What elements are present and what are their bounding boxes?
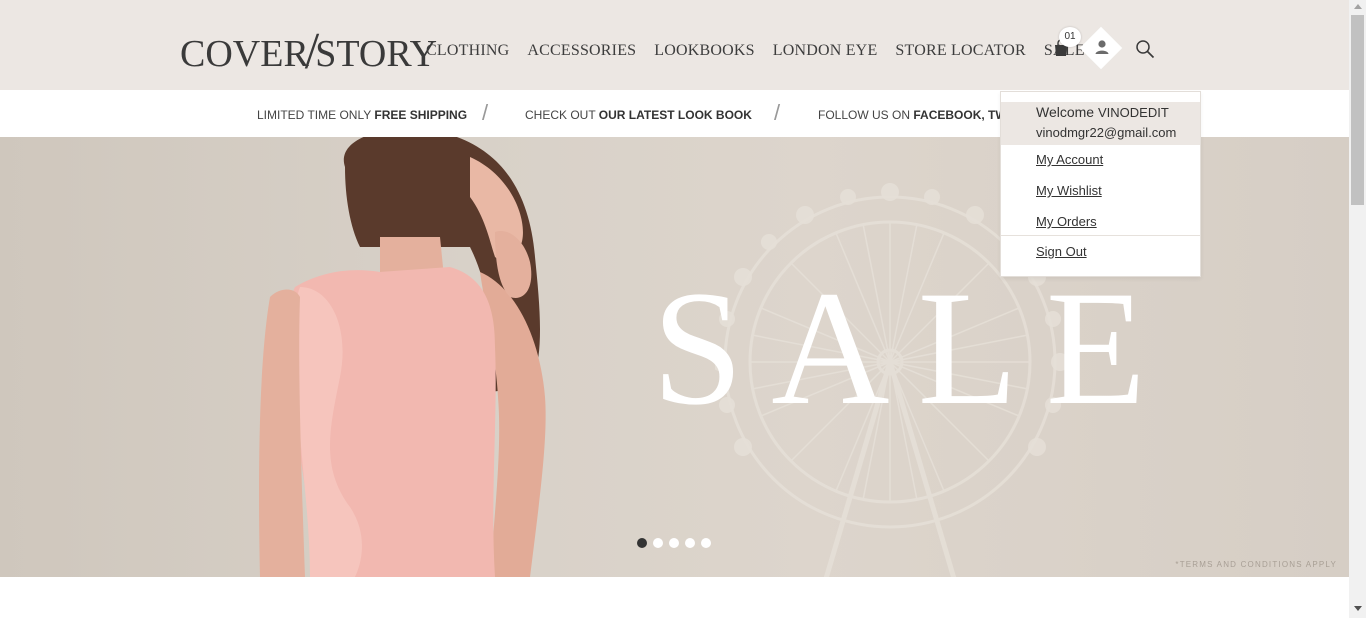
nav-clothing[interactable]: CLOTHING [426, 42, 509, 60]
search-icon[interactable] [1135, 39, 1155, 59]
promo-free-shipping[interactable]: LIMITED TIME ONLY FREE SHIPPING [257, 108, 467, 122]
promo-lookbook[interactable]: CHECK OUT OUR LATEST LOOK BOOK [525, 108, 752, 122]
slider-dot-4[interactable] [685, 538, 695, 548]
hero-headline: SALE [652, 258, 1174, 439]
slider-dot-1[interactable] [637, 538, 647, 548]
nav-london-eye[interactable]: LONDON EYE [773, 42, 878, 60]
user-email: vinodmgr22@gmail.com [1036, 125, 1177, 140]
brand-logo[interactable]: COVER/STORY [180, 26, 438, 78]
menu-my-account[interactable]: My Account [1036, 152, 1103, 167]
welcome-label: Welcome [1036, 104, 1095, 120]
nav-store-locator[interactable]: STORE LOCATOR [895, 42, 1025, 60]
promo-social[interactable]: FOLLOW US ON FACEBOOK, TWITT [818, 108, 1025, 122]
menu-divider [1001, 235, 1200, 236]
menu-my-wishlist[interactable]: My Wishlist [1036, 183, 1102, 198]
scrollbar-thumb[interactable] [1351, 15, 1364, 205]
promo-text: LIMITED TIME ONLY [257, 108, 372, 122]
slider-dot-5[interactable] [701, 538, 711, 548]
scroll-down-arrow-icon[interactable] [1354, 606, 1362, 611]
logo-text-right: STORY [315, 33, 438, 75]
logo-text-left: COVER [180, 33, 309, 75]
promo-text: CHECK OUT [525, 108, 596, 122]
nav-accessories[interactable]: ACCESSORIES [527, 42, 636, 60]
slider-dot-2[interactable] [653, 538, 663, 548]
main-nav: CLOTHING ACCESSORIES LOOKBOOKS LONDON EY… [426, 42, 1103, 60]
logo-slash: / [304, 23, 320, 80]
cart-count-badge: 01 [1059, 27, 1081, 47]
promo-highlight: OUR LATEST LOOK BOOK [598, 108, 752, 122]
model-image [259, 137, 546, 577]
scroll-up-arrow-icon[interactable] [1354, 4, 1362, 9]
user-dropdown-menu: Welcome VINODEDIT vinodmgr22@gmail.com M… [1000, 91, 1201, 277]
menu-my-orders[interactable]: My Orders [1036, 214, 1097, 229]
terms-note: *TERMS AND CONDITIONS APPLY [1175, 560, 1337, 569]
menu-sign-out[interactable]: Sign Out [1036, 244, 1087, 259]
promo-highlight: FREE SHIPPING [374, 108, 468, 122]
welcome-block: Welcome VINODEDIT vinodmgr22@gmail.com [1001, 102, 1200, 145]
welcome-line: Welcome VINODEDIT [1036, 104, 1169, 120]
username: VINODEDIT [1097, 105, 1169, 120]
promo-text: FOLLOW US ON [818, 108, 911, 122]
slider-dot-3[interactable] [669, 538, 679, 548]
promo-separator: / [774, 100, 781, 125]
site-header: COVER/STORY CLOTHING ACCESSORIES LOOKBOO… [0, 0, 1349, 90]
slider-dots [637, 538, 711, 548]
nav-lookbooks[interactable]: LOOKBOOKS [654, 42, 754, 60]
user-icon[interactable] [1093, 38, 1111, 56]
promo-separator: / [482, 100, 489, 125]
